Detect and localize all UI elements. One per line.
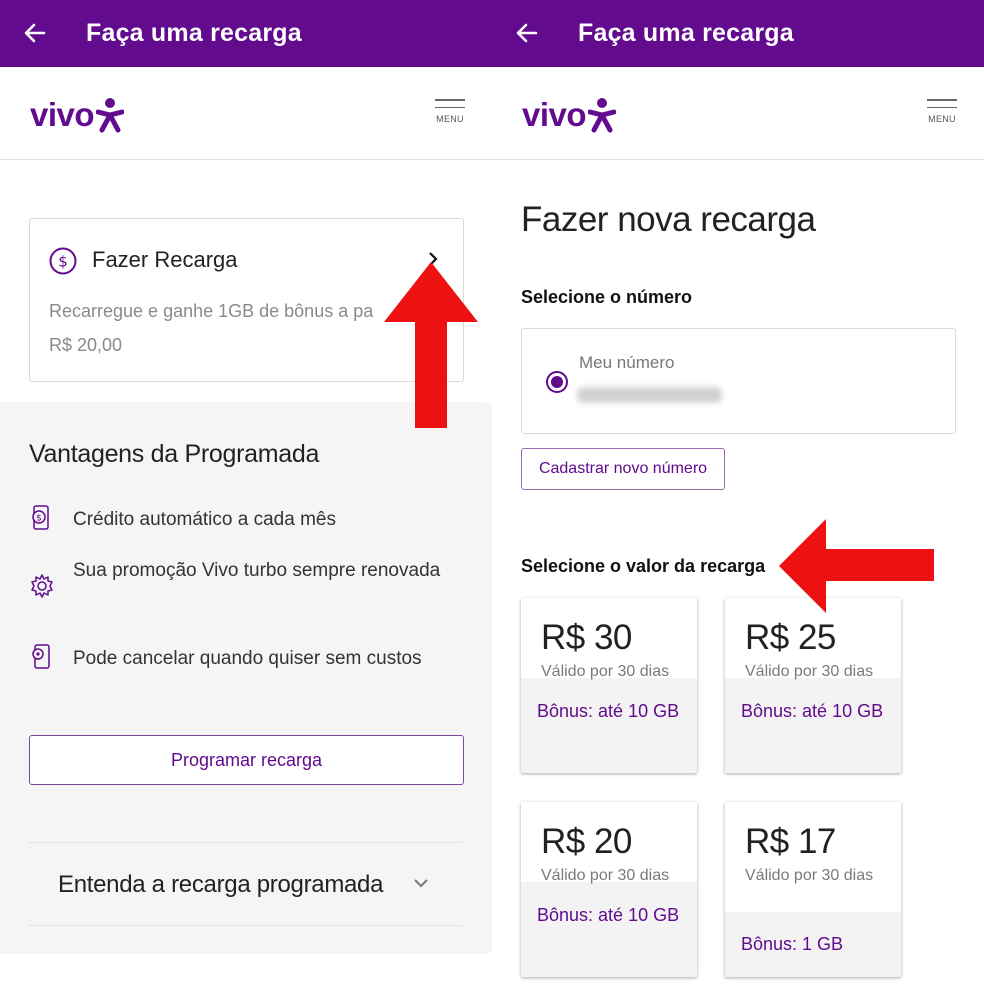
dollar-circle-icon: $ <box>49 247 77 275</box>
number-radio[interactable] <box>546 371 568 393</box>
value-validity: Válido por 30 dias <box>541 663 670 680</box>
accordion-label: Entenda a recarga programada <box>58 871 384 898</box>
vivo-logo[interactable]: vivo <box>522 95 617 135</box>
advantage-label: Pode cancelar quando quiser sem custos <box>73 648 422 669</box>
logo-wordmark: vivo <box>522 96 587 133</box>
schedule-recharge-button[interactable]: Programar recarga <box>29 735 464 785</box>
value-card[interactable]: R$ 30 Válido por 30 dias Bônus: até 10 G… <box>521 598 697 773</box>
blurred-phone-number <box>577 387 722 403</box>
menu-button[interactable]: MENU <box>927 99 957 124</box>
gear-icon <box>31 574 53 598</box>
value-validity: Válido por 30 dias <box>745 663 874 680</box>
left-screen: Faça uma recarga vivo MENU $ Fazer Recar… <box>0 0 492 994</box>
vivo-person-icon <box>96 98 125 133</box>
app-bar: Faça uma recarga <box>492 0 984 67</box>
phone-settings-icon <box>32 644 50 669</box>
menu-button[interactable]: MENU <box>435 99 465 124</box>
app-bar-title: Faça uma recarga <box>578 19 794 47</box>
value-card[interactable]: R$ 17 Válido por 30 dias Bônus: 1 GB <box>725 802 901 977</box>
menu-label: MENU <box>436 114 464 124</box>
value-bonus: Bônus: até 10 GB <box>537 905 680 925</box>
app-bar-title: Faça uma recarga <box>86 19 302 47</box>
vivo-person-icon <box>588 98 617 133</box>
logo-wordmark: vivo <box>30 96 95 133</box>
app-bar: Faça uma recarga <box>0 0 492 67</box>
svg-text:$: $ <box>36 514 42 524</box>
value-bonus: Bônus: até 10 GB <box>741 701 884 721</box>
recharge-info-accordion[interactable]: Entenda a recarga programada <box>29 842 462 926</box>
value-card[interactable]: R$ 25 Válido por 30 dias Bônus: até 10 G… <box>725 598 901 773</box>
arrow-left-icon[interactable] <box>512 18 542 48</box>
select-number-label: Selecione o número <box>521 287 693 307</box>
value-card[interactable]: R$ 20 Válido por 30 dias Bônus: até 10 G… <box>521 802 697 977</box>
advantage-label: Crédito automático a cada mês <box>73 509 336 530</box>
value-bonus: Bônus: 1 GB <box>741 934 844 954</box>
advantages-title: Vantagens da Programada <box>29 440 320 468</box>
site-header: vivo MENU <box>492 67 984 160</box>
red-arrow-left-icon <box>779 519 934 613</box>
value-validity: Válido por 30 dias <box>745 867 874 884</box>
number-option-label: Meu número <box>579 353 675 372</box>
menu-label: MENU <box>928 114 956 124</box>
recharge-card-price: R$ 20,00 <box>49 335 123 355</box>
value-amount: R$ 20 <box>541 822 632 861</box>
site-header: vivo MENU <box>0 67 492 160</box>
chevron-down-icon <box>414 879 428 888</box>
select-value-label: Selecione o valor da recarga <box>521 556 766 576</box>
vivo-logo[interactable]: vivo <box>30 95 125 135</box>
number-option[interactable]: Meu número <box>521 328 956 434</box>
value-amount: R$ 25 <box>745 618 836 657</box>
arrow-left-icon[interactable] <box>20 18 50 48</box>
right-screen: Faça uma recarga vivo MENU Fazer nova re… <box>492 0 984 994</box>
recharge-card-title: Fazer Recarga <box>92 247 238 272</box>
register-number-button[interactable]: Cadastrar novo número <box>521 448 725 490</box>
value-bonus: Bônus: até 10 GB <box>537 701 680 721</box>
red-arrow-up-icon <box>384 262 478 428</box>
page-title: Fazer nova recarga <box>521 200 816 239</box>
phone-dollar-icon: $ <box>32 505 49 530</box>
svg-text:$: $ <box>58 253 68 271</box>
advantage-label: Sua promoção Vivo turbo sempre renovada <box>73 560 441 581</box>
value-validity: Válido por 30 dias <box>541 867 670 884</box>
value-amount: R$ 17 <box>745 822 836 861</box>
advantages-section: Vantagens da Programada $ Crédito automá… <box>0 402 492 954</box>
value-amount: R$ 30 <box>541 618 632 657</box>
recharge-card-description: Recarregue e ganhe 1GB de bônus a pa <box>49 301 374 321</box>
